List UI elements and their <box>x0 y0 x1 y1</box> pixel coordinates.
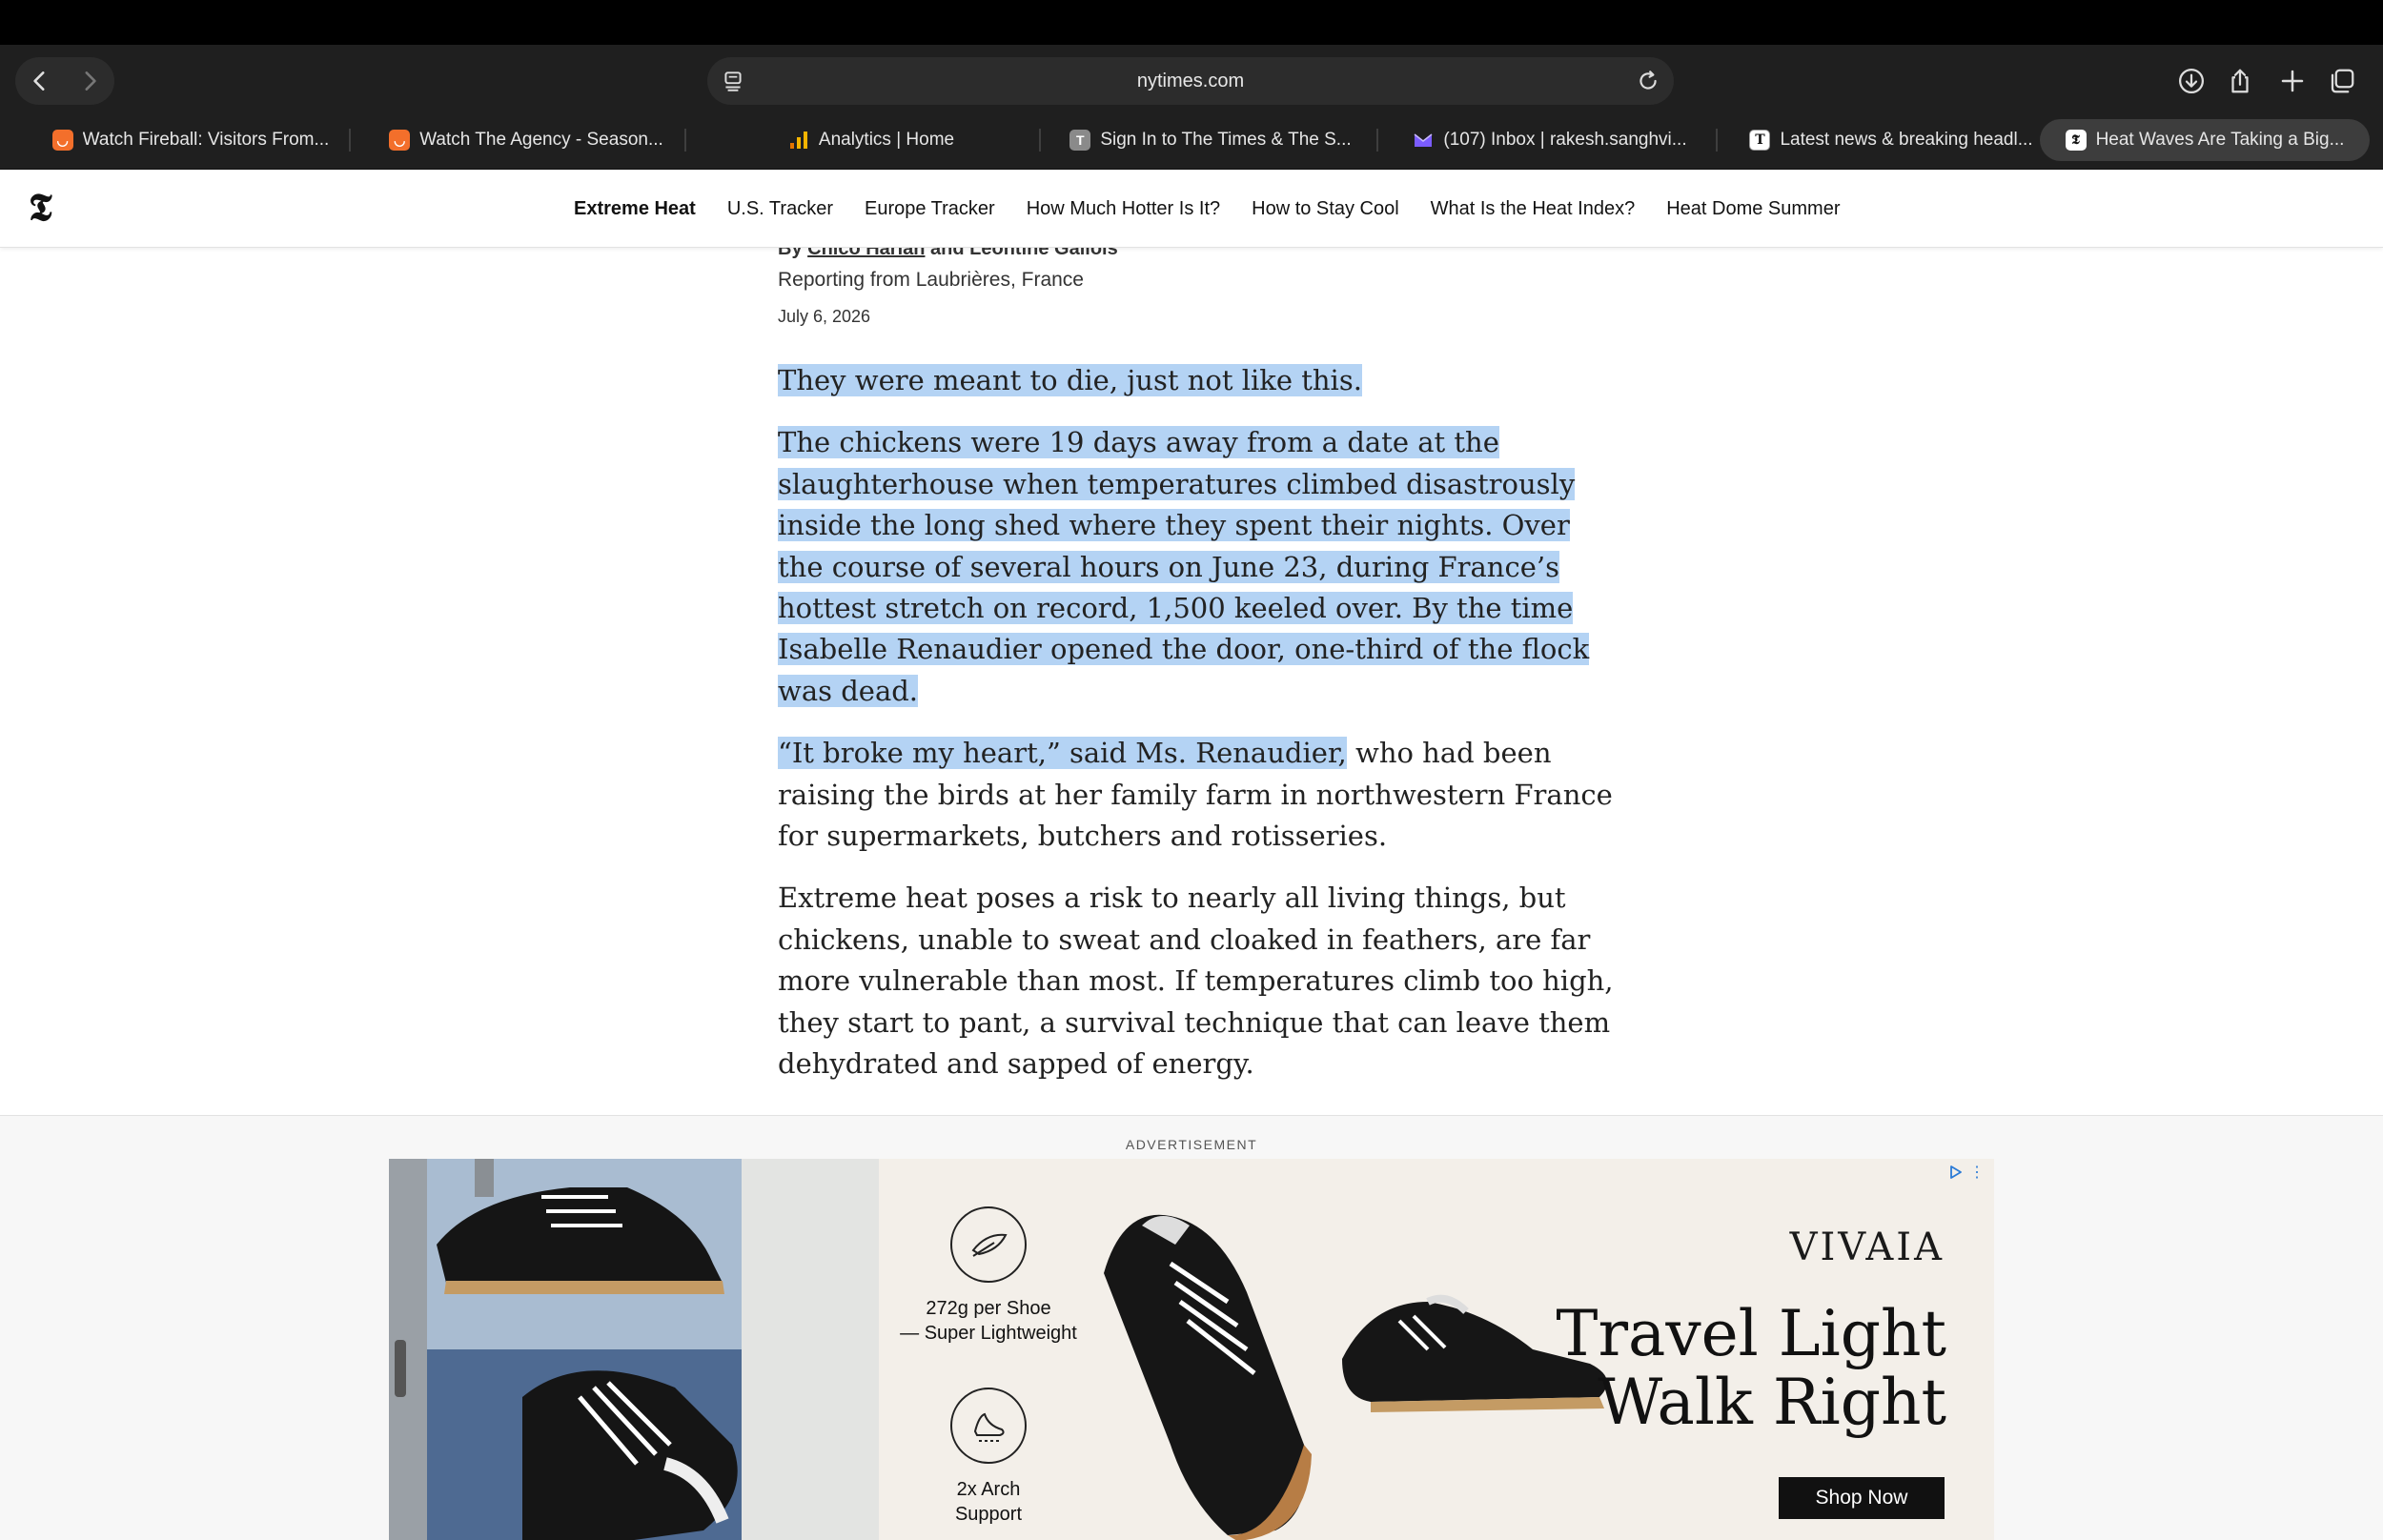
feature-arch-support: 2x Arch Support <box>879 1388 1098 1527</box>
nav-link-stay-cool[interactable]: How to Stay Cool <box>1252 198 1399 220</box>
forward-button[interactable] <box>65 57 114 105</box>
advertisement-label: ADVERTISEMENT <box>1125 1137 1258 1152</box>
tab-latest-news[interactable]: T Latest news & breaking headl... <box>1729 119 2053 161</box>
menu-bar <box>0 0 2383 45</box>
advertisement-section: ADVERTISEMENT 272g per Shoe — Super Ligh… <box>0 1115 2383 1540</box>
url-text[interactable]: nytimes.com <box>707 57 1674 105</box>
tab-label: Watch Fireball: Visitors From... <box>82 130 330 150</box>
tab-separator <box>1039 129 1041 152</box>
browser-toolbar: nytimes.com <box>0 45 2383 119</box>
new-tab-button[interactable] <box>2269 57 2316 105</box>
mail-m-icon <box>1413 130 1434 151</box>
reporting-location: Reporting from Laubrières, France <box>778 269 1084 291</box>
article-body: They were meant to die, just not like th… <box>778 360 1617 1106</box>
publish-date: July 6, 2026 <box>778 307 871 326</box>
back-button[interactable] <box>15 57 65 105</box>
vivaia-ad[interactable]: 272g per Shoe — Super Lightweight 2x Arc… <box>389 1159 1994 1540</box>
plus-icon <box>2281 70 2304 92</box>
tab-overview-button[interactable] <box>2318 57 2366 105</box>
chevron-left-icon <box>33 71 45 91</box>
tab-separator <box>349 129 351 152</box>
letter-t-box-icon: T <box>1749 130 1771 151</box>
nav-link-europe-tracker[interactable]: Europe Tracker <box>865 198 995 220</box>
tab-label: Sign In to The Times & The S... <box>1100 130 1352 150</box>
section-nav: 𝕿 Extreme Heat U.S. Tracker Europe Track… <box>0 170 2383 248</box>
tab-inbox[interactable]: (107) Inbox | rakesh.sanghvi... <box>1388 119 1712 161</box>
tab-label: (107) Inbox | rakesh.sanghvi... <box>1443 130 1687 150</box>
adchoices-button[interactable]: ⋮ <box>1948 1163 1985 1182</box>
highlighted-text: The chickens were 19 days away from a da… <box>778 426 1590 707</box>
tab-label: Watch The Agency - Season... <box>419 130 663 150</box>
tab-label: Latest news & breaking headl... <box>1780 130 2033 150</box>
tab-overview-icon <box>2331 69 2354 93</box>
paragraph: Extreme heat poses a risk to nearly all … <box>778 881 1614 1081</box>
paragraph: The chickens were 19 days away from a da… <box>778 422 1617 712</box>
ad-brand: VIVAIA <box>1789 1226 1945 1269</box>
nav-link-heat-index[interactable]: What Is the Heat Index? <box>1431 198 1636 220</box>
orange-square-icon: ◡ <box>51 130 73 151</box>
tab-the-agency[interactable]: ◡ Watch The Agency - Season... <box>374 119 679 161</box>
letter-t-icon: T <box>1069 130 1091 151</box>
ad-shoes-image <box>1085 1159 1619 1540</box>
section-nav-links: Extreme Heat U.S. Tracker Europe Tracker… <box>574 170 1871 248</box>
tab-separator <box>1716 129 1718 152</box>
tab-label: Heat Waves Are Taking a Big... <box>2095 130 2345 150</box>
feature-lightweight: 272g per Shoe — Super Lightweight <box>879 1206 1098 1346</box>
nav-link-heat-dome[interactable]: Heat Dome Summer <box>1666 198 1840 220</box>
feature-text: Support <box>954 1504 1023 1525</box>
feature-text: 2x Arch <box>956 1479 1021 1500</box>
chevron-right-icon <box>85 71 96 91</box>
tab-heat-waves[interactable]: 𝕿 Heat Waves Are Taking a Big... <box>2040 119 2370 161</box>
feature-text: 272g per Shoe <box>926 1298 1051 1319</box>
downloads-button[interactable] <box>2168 57 2215 105</box>
share-button[interactable] <box>2216 57 2264 105</box>
orange-square-icon: ◡ <box>389 130 411 151</box>
nyt-logo-icon[interactable]: 𝕿 <box>29 189 63 227</box>
navigation-buttons <box>15 57 114 105</box>
nyt-logo-icon: 𝕿 <box>2065 130 2087 151</box>
tab-bar: ◡ Watch Fireball: Visitors From... ◡ Wat… <box>0 119 2383 170</box>
adchoices-icon <box>1950 1165 1962 1179</box>
download-icon <box>2179 69 2204 93</box>
nav-link-us-tracker[interactable]: U.S. Tracker <box>727 198 833 220</box>
analytics-bars-icon <box>788 130 809 151</box>
ad-suitcase-photo <box>389 1159 879 1540</box>
highlighted-text: “It broke my heart,” said Ms. Renaudier, <box>778 737 1347 770</box>
ad-headline: Travel Light Walk Right <box>1556 1300 1946 1437</box>
highlighted-text: They were meant to die, just not like th… <box>778 364 1362 396</box>
tab-separator <box>1376 129 1378 152</box>
share-icon <box>2231 69 2249 93</box>
reload-icon[interactable] <box>1636 69 1660 93</box>
ad-headline-line: Walk Right <box>1598 1366 1946 1439</box>
tab-sign-in-times[interactable]: T Sign In to The Times & The S... <box>1049 119 1373 161</box>
address-bar[interactable]: nytimes.com <box>707 57 1674 105</box>
tab-label: Analytics | Home <box>818 130 955 150</box>
tab-fireball[interactable]: ◡ Watch Fireball: Visitors From... <box>38 119 343 161</box>
tab-analytics[interactable]: Analytics | Home <box>709 119 1033 161</box>
ad-features: 272g per Shoe — Super Lightweight 2x Arc… <box>879 1159 1098 1540</box>
nav-link-extreme-heat[interactable]: Extreme Heat <box>574 198 696 220</box>
feature-text: — Super Lightweight <box>900 1323 1077 1344</box>
feather-icon <box>950 1206 1027 1283</box>
nav-link-how-much-hotter[interactable]: How Much Hotter Is It? <box>1027 198 1220 220</box>
paragraph: “It broke my heart,” said Ms. Renaudier,… <box>778 733 1617 857</box>
foot-arch-icon <box>950 1388 1027 1464</box>
ad-headline-line: Travel Light <box>1556 1297 1946 1370</box>
shop-now-button[interactable]: Shop Now <box>1779 1477 1945 1519</box>
paragraph: They were meant to die, just not like th… <box>778 360 1617 401</box>
tab-separator <box>684 129 686 152</box>
more-options-icon[interactable]: ⋮ <box>1969 1163 1985 1182</box>
